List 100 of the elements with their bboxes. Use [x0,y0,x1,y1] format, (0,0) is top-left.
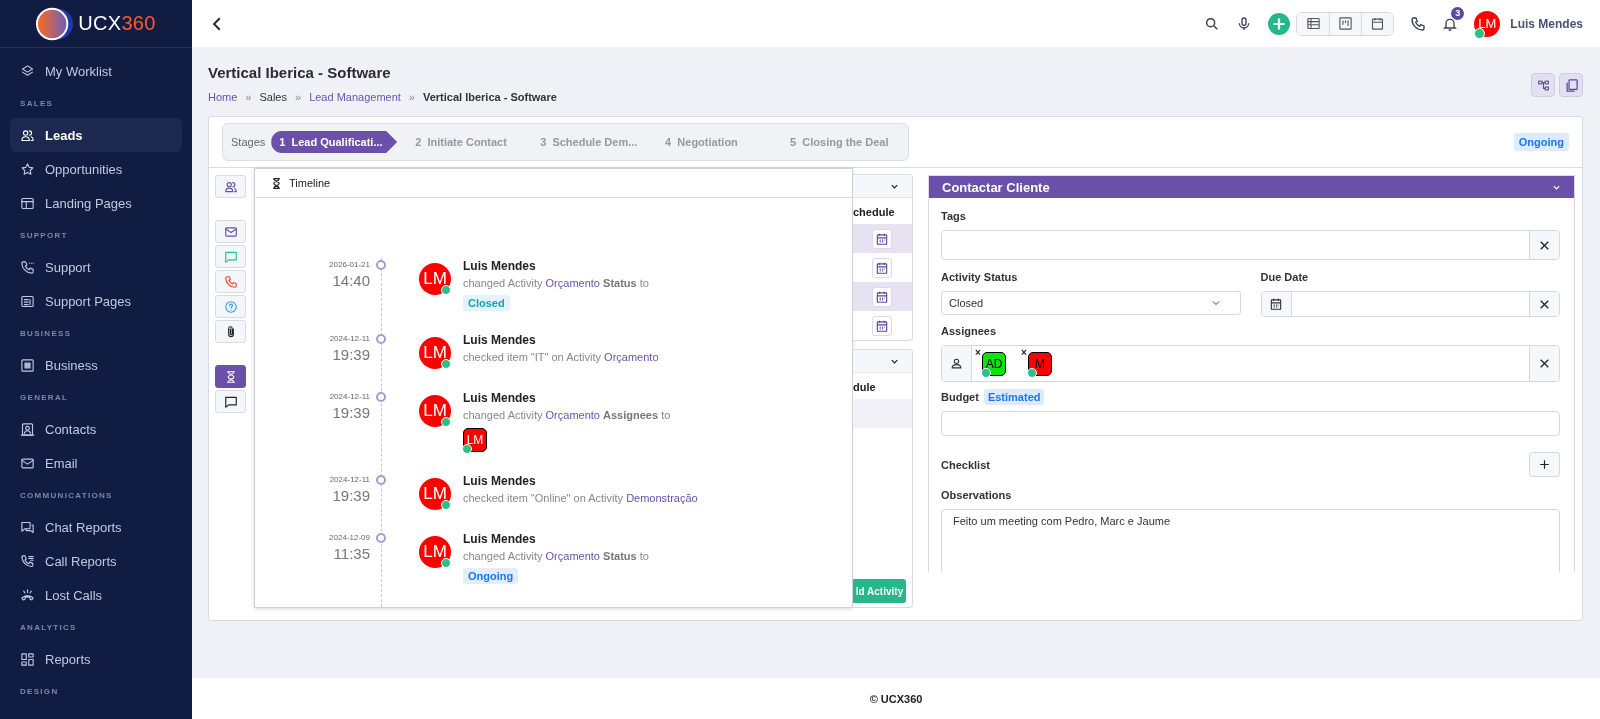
status-badge: Ongoing [463,568,519,584]
contact-card-icon [20,421,35,437]
sidebar-item[interactable]: Contacts [10,412,182,446]
user-name: Luis Mendes [463,532,536,546]
user-avatar[interactable]: LM [1474,10,1501,37]
add-item-button[interactable] [1529,452,1560,477]
clear-button[interactable] [1529,292,1559,316]
hierarchy-button[interactable] [1531,73,1555,97]
schedule-button[interactable] [872,257,892,278]
entry-date: 2024-12-11 [329,333,370,345]
field-label: Tags [941,210,967,222]
stages-label: Stages [230,136,267,148]
sidebar-item[interactable]: Chat Reports [10,510,182,544]
activity-link[interactable]: Orçamento [545,277,600,289]
sidebar-item[interactable]: Opportunities [10,152,182,186]
field-label: Due Date [1260,271,1310,283]
field-label: Checklist [941,458,990,471]
due-date-field[interactable] [1260,291,1560,317]
sidebar-item[interactable]: Lost Calls [10,578,182,612]
activity-header[interactable]: Contactar Cliente [929,176,1574,198]
table-view-button[interactable] [1297,12,1330,35]
page-title: Vertical Iberica - Software [208,63,392,83]
hierarchy-icon [1536,78,1550,92]
budget-field[interactable] [941,411,1560,436]
entry-time: 19:39 [332,403,370,423]
user-name: Luis Mendes [463,474,536,488]
status-badge: Closed [463,295,510,311]
status-badge: Ongoing [1513,133,1569,151]
comment-icon [223,394,238,409]
entry-date: 2024-12-11 [329,391,370,403]
activity-text: changed Activity Orçamento Status to [463,549,649,564]
timeline-tab-button[interactable] [215,365,246,388]
sidebar-item[interactable]: Reports [10,642,182,676]
phone-icon[interactable] [1410,15,1427,32]
board-icon [1338,16,1354,31]
hourglass-icon [270,176,283,190]
breadcrumb-separator: » [245,91,252,103]
search-icon[interactable] [1204,15,1221,32]
mail-tab-button[interactable] [215,220,246,243]
schedule-button[interactable] [872,228,892,249]
clear-button[interactable] [1529,231,1559,259]
dashboard-icon [20,651,35,667]
stage-tab[interactable]: 1 Lead Qualificati... [271,131,398,153]
breadcrumb-link[interactable]: Lead Management [309,91,401,103]
board-view-button[interactable] [1329,12,1362,35]
breadcrumb-link[interactable]: Home [208,91,238,103]
calendar-button[interactable] [1261,292,1292,316]
comment-tab-button[interactable] [215,390,246,413]
sidebar-item[interactable]: Business [10,348,182,382]
chat-icon [20,519,35,535]
layers-icon [20,63,35,79]
phone-icon [20,259,35,275]
clip-tab-button[interactable] [215,320,246,343]
sidebar-item[interactable]: Call Reports [10,544,182,578]
grid-icon [20,357,35,373]
user-name[interactable]: Luis Mendes [1510,16,1583,31]
sidebar-item[interactable]: Landing Pages [10,186,182,220]
mail-icon [223,224,238,239]
status-select[interactable]: Closed [941,291,1241,315]
observations-field[interactable]: Feito um meeting com Pedro, Marc e Jaume [941,509,1560,572]
sidebar-item[interactable]: Support Pages [10,284,182,318]
breadcrumb-separator: » [408,91,415,103]
tags-field[interactable] [941,230,1560,260]
copy-button[interactable] [1559,73,1583,97]
calendar-icon [875,318,889,333]
calendar-icon [875,289,889,304]
field-label: Observations [941,489,1013,501]
phone-down-icon [20,587,35,603]
people-tab-button[interactable] [215,175,246,198]
entry-time: 19:39 [332,486,370,506]
timeline-dot [376,260,386,270]
calendar-view-button[interactable] [1361,12,1394,35]
user-avatar: LM [419,337,451,369]
sidebar-item[interactable]: Support [10,250,182,284]
copy-icon [1563,77,1579,93]
activity-link[interactable]: Orçamento [545,550,600,562]
user-name: Luis Mendes [463,259,536,273]
schedule-button[interactable] [872,286,892,307]
logo-text: UCX360 [78,12,156,35]
column-header: dule [853,380,877,395]
entry-date: 2026-01-21 [329,259,370,271]
schedule-button[interactable] [872,315,892,336]
mail-icon [20,455,35,471]
section-label: ANALYTICS [19,622,78,634]
phone-tab-button[interactable] [215,270,246,293]
entry-time: 19:39 [332,345,370,365]
activity-link[interactable]: Demonstração [626,492,698,504]
sidebar-item[interactable]: My Worklist [10,54,182,88]
notification-badge: 3 [1451,6,1465,20]
document-icon [20,293,35,309]
field-label: Activity Status [941,271,1019,283]
user-avatar: LM [419,263,451,295]
assignee-avatar: LM [463,428,487,452]
sidebar-item[interactable]: Email [10,446,182,480]
sidebar-item[interactable]: Leads [10,118,182,152]
activity-link[interactable]: Orçamento [545,409,600,421]
people-icon [223,179,238,194]
footer-text: © UCX360 [869,692,923,705]
calendar-icon [875,231,889,246]
activity-link[interactable]: Orçamento [604,351,659,363]
